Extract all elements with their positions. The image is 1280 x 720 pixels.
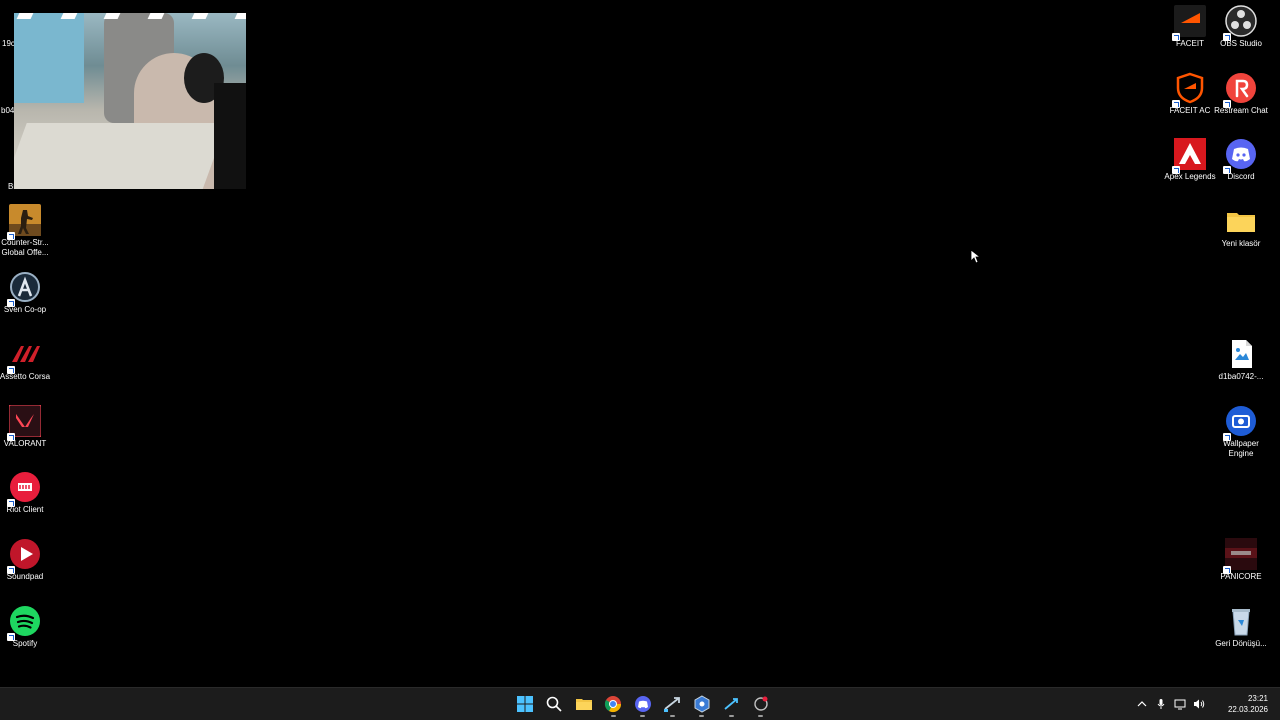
desktop-icon-sven-coop[interactable]: Sven Co-op — [0, 271, 53, 315]
clock-time: 23:21 — [1247, 694, 1268, 703]
valorant-icon — [7, 405, 41, 441]
image-file-icon — [1225, 338, 1257, 370]
discord-icon — [634, 696, 651, 712]
folder-icon — [1225, 205, 1257, 237]
icon-label: Yeni klasör — [1221, 239, 1261, 248]
taskbar-apps — [510, 688, 776, 720]
faceit-ac-icon — [1172, 72, 1206, 108]
icon-label: Counter-Str... Global Offe... — [1, 238, 49, 257]
microphone-icon — [1157, 699, 1164, 709]
icon-label: PANICORE — [1220, 572, 1262, 581]
recycle-bin-icon — [1225, 605, 1257, 637]
webcam-overlay — [14, 13, 246, 189]
icon-label: d1ba0742-... — [1218, 372, 1264, 381]
search-icon — [546, 696, 562, 712]
network-button[interactable] — [1170, 688, 1189, 720]
panicore-icon — [1223, 538, 1257, 574]
taskbar: 23:21 22.03.2026 — [0, 687, 1280, 720]
faceit-ac-icon — [754, 696, 768, 711]
volume-button[interactable] — [1189, 688, 1208, 720]
icon-label: Restream Chat — [1214, 106, 1268, 115]
desktop-icon-restream-chat[interactable]: Restream Chat — [1213, 72, 1269, 116]
desktop-icon-apex-legends[interactable]: Apex Legends — [1162, 138, 1218, 182]
obs-studio-icon — [1223, 5, 1257, 41]
restream-chat-icon — [1223, 72, 1257, 108]
assetto-corsa-icon — [7, 338, 41, 374]
steam-button-2[interactable] — [717, 688, 747, 720]
icon-label: Wallpaper Engine — [1223, 439, 1259, 458]
desktop-icon-discord[interactable]: Discord — [1213, 138, 1269, 182]
clock[interactable]: 23:21 22.03.2026 — [1208, 693, 1280, 715]
faceit-icon — [1172, 5, 1206, 41]
desktop-icon-soundpad[interactable]: Soundpad — [0, 538, 53, 582]
desktop-icon-recycle-bin[interactable]: Geri Dönüşü... — [1213, 605, 1269, 649]
volume-icon — [1193, 699, 1204, 709]
clock-date: 22.03.2026 — [1227, 705, 1268, 714]
show-hidden-icons-button[interactable] — [1132, 688, 1151, 720]
desktop-icon-panicore[interactable]: PANICORE — [1213, 538, 1269, 582]
search-button[interactable] — [540, 688, 570, 720]
discord-taskbar-button[interactable] — [628, 688, 658, 720]
icon-label: Geri Dönüşü... — [1215, 639, 1267, 648]
partial-label-2: b04 — [1, 106, 15, 115]
desktop-icon-obs-studio[interactable]: OBS Studio — [1213, 5, 1269, 49]
steam-icon — [664, 697, 681, 712]
start-icon — [516, 696, 533, 712]
desktop-icon-wallpaper-engine[interactable]: Wallpaper Engine — [1213, 405, 1269, 459]
start-button[interactable] — [510, 688, 540, 720]
desktop-icon-counter-strike[interactable]: Counter-Str... Global Offe... — [0, 204, 53, 258]
file-explorer-icon — [575, 699, 592, 710]
mouse-cursor-icon — [971, 250, 981, 264]
riot-client-icon — [7, 471, 41, 507]
icon-label: FACEIT AC — [1169, 106, 1211, 115]
microphone-button[interactable] — [1151, 688, 1170, 720]
icon-label: Discord — [1227, 172, 1255, 181]
icon-label: Apex Legends — [1164, 172, 1216, 181]
desktop: 19c b04 Br Counter-Str... Global Offe...… — [0, 0, 1280, 688]
desktop-icon-riot-client[interactable]: Riot Client — [0, 471, 53, 515]
desktop-icon-faceit[interactable]: FACEIT — [1162, 5, 1218, 49]
steam-icon-2 — [724, 698, 739, 710]
counter-strike-icon — [7, 204, 41, 240]
discord-icon — [1223, 138, 1257, 174]
desktop-icon-faceit-ac[interactable]: FACEIT AC — [1162, 72, 1218, 116]
app-button[interactable] — [687, 688, 717, 720]
system-tray: 23:21 22.03.2026 — [1132, 688, 1280, 720]
icon-label: FACEIT — [1175, 39, 1204, 48]
steam-button[interactable] — [658, 688, 688, 720]
desktop-icon-spotify[interactable]: Spotify — [0, 605, 53, 649]
chrome-button[interactable] — [599, 688, 629, 720]
desktop-icon-valorant[interactable]: VALORANT — [0, 405, 53, 449]
network-icon — [1174, 699, 1185, 710]
sven-coop-icon — [7, 271, 41, 307]
desktop-icon-d1ba-image[interactable]: d1ba0742-... — [1213, 338, 1269, 382]
app-icon — [694, 695, 710, 713]
faceit-ac-taskbar-button[interactable] — [746, 688, 776, 720]
file-explorer-button[interactable] — [569, 688, 599, 720]
desktop-icon-assetto-corsa[interactable]: Assetto Corsa — [0, 338, 53, 382]
chrome-icon — [605, 696, 622, 713]
desktop-icon-yeni-klasor[interactable]: Yeni klasör — [1213, 205, 1269, 249]
soundpad-icon — [7, 538, 41, 574]
chevron-up-icon — [1137, 701, 1146, 707]
apex-legends-icon — [1172, 138, 1206, 174]
icon-label: OBS Studio — [1220, 39, 1262, 48]
partial-label-1: 19c — [2, 39, 15, 48]
wallpaper-engine-icon — [1223, 405, 1257, 441]
spotify-icon — [7, 605, 41, 641]
